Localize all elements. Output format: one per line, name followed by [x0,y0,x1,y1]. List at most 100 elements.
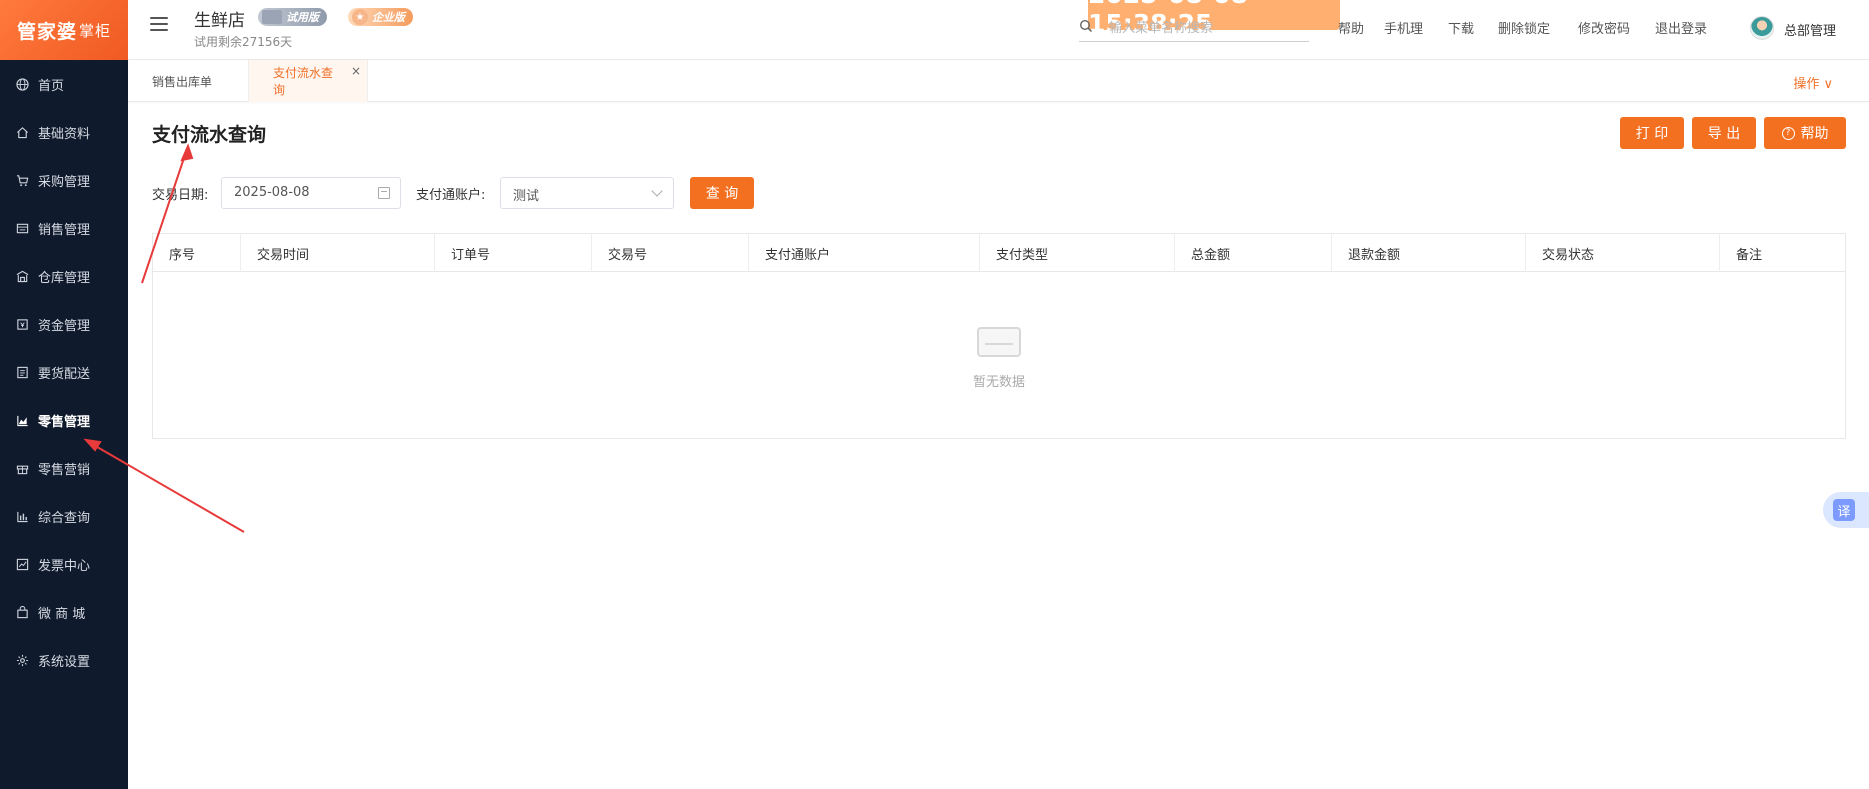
column-header[interactable]: 总金额 [1175,234,1332,272]
column-header[interactable]: 支付通账户 [749,234,980,272]
close-icon[interactable]: × [351,64,361,78]
change-password-link[interactable]: 修改密码 [1578,18,1630,37]
column-header[interactable]: 交易号 [592,234,749,272]
trial-remaining: 试用剩余27156天 [194,35,293,49]
sidebar-item-label: 基础资料 [38,126,91,142]
gear-icon [14,652,30,668]
date-label: 交易日期: [152,188,209,203]
sidebar-item-funds[interactable]: 资金管理 [0,300,128,348]
enterprise-badge: ★ 企业版 [348,8,413,26]
calendar-icon [378,187,390,199]
empty-text: 暂无数据 [972,374,1025,390]
sidebar-item-retail-marketing[interactable]: 零售营销 [0,444,128,492]
star-icon: ★ [352,9,368,25]
sidebar-item-warehouse[interactable]: 仓库管理 [0,252,128,300]
export-button[interactable]: 导 出 [1692,117,1756,149]
sidebar-item-label: 发票中心 [38,558,91,574]
app-logo[interactable]: 管家婆 掌柜 [0,0,128,60]
menu-search [1079,16,1309,42]
sidebar-item-label: 零售营销 [38,462,91,478]
sidebar-item-label: 综合查询 [38,510,91,526]
menu-toggle-icon[interactable] [150,17,168,33]
column-header[interactable]: 退款金额 [1332,234,1526,272]
sidebar-item-label: 销售管理 [38,222,91,238]
sidebar-item-label: 微 商 城 [38,606,86,622]
logout-link[interactable]: 退出登录 [1655,18,1707,37]
tab-payment-flow[interactable]: 支付流水查询 × [248,60,368,102]
globe-icon [14,76,30,92]
empty-state: 暂无数据 [153,272,1845,438]
column-header[interactable]: 交易状态 [1526,234,1720,272]
shop-name: 生鲜店 [194,11,245,31]
tab-sales-outbound[interactable]: 销售出库单 [128,60,248,102]
tab-label: 销售出库单 [152,74,213,89]
sidebar-item-mall[interactable]: 微 商 城 [0,588,128,636]
question-icon: ? [1781,126,1795,140]
bag-icon [14,604,30,620]
sidebar-menu: 首页 基础资料 采购管理 销售管理 仓库管理 资金管理 要货配送 零售管理 零售… [0,60,128,684]
search-input[interactable] [1109,18,1299,38]
column-header[interactable]: 序号 [153,234,241,272]
mobile-link[interactable]: 手机理 [1384,18,1423,37]
sidebar-item-settings[interactable]: 系统设置 [0,636,128,684]
user-name[interactable]: 总部管理 [1784,20,1836,39]
operations-dropdown[interactable]: 操作 ∨ [1793,73,1833,92]
column-header[interactable]: 备注 [1720,234,1845,272]
sidebar-item-label: 首页 [38,78,65,94]
sales-icon [14,220,30,236]
sidebar-item-label: 要货配送 [38,366,91,382]
sidebar-item-label: 仓库管理 [38,270,91,286]
logo-subtext: 掌柜 [79,21,112,40]
sidebar-item-basic-data[interactable]: 基础资料 [0,108,128,156]
sidebar: 管家婆掌柜 首页 基础资料 采购管理 销售管理 仓库管理 资金管理 要货配送 [0,0,128,789]
warehouse-icon [14,268,30,284]
sidebar-item-distribution[interactable]: 要货配送 [0,348,128,396]
avatar[interactable] [1750,16,1774,40]
date-picker[interactable]: 2025-08-08 [221,177,401,209]
table-header: 序号 交易时间 订单号 交易号 支付通账户 支付类型 总金额 退款金额 交易状态… [153,234,1845,272]
help-link[interactable]: 帮助 [1338,18,1364,37]
column-header[interactable]: 订单号 [435,234,592,272]
translate-icon: 译 [1833,499,1855,521]
empty-box-icon [971,321,1027,361]
column-header[interactable]: 支付类型 [980,234,1175,272]
fund-icon [14,316,30,332]
sidebar-item-query[interactable]: 综合查询 [0,492,128,540]
account-label: 支付通账户: [416,188,486,203]
help-button[interactable]: ? 帮助 [1764,117,1846,149]
sidebar-item-label: 采购管理 [38,174,91,190]
account-select[interactable]: 测试 [500,177,674,209]
logo-text: 管家婆 [16,20,77,43]
help-label: 帮助 [1800,126,1829,142]
column-header[interactable]: 交易时间 [241,234,435,272]
search-icon[interactable] [1079,19,1093,33]
page-title: 支付流水查询 [152,124,267,146]
gift-icon [14,460,30,476]
query-button[interactable]: 查 询 [690,177,754,209]
unlock-link[interactable]: 删除锁定 [1498,18,1550,37]
sidebar-item-retail[interactable]: 零售管理 [0,396,128,444]
tab-label: 支付流水查询 [273,66,334,97]
translate-button[interactable]: 译 [1823,492,1869,528]
sidebar-item-sales[interactable]: 销售管理 [0,204,128,252]
list-icon [14,364,30,380]
date-value: 2025-08-08 [234,185,310,200]
print-button[interactable]: 打 印 [1620,117,1684,149]
payment-flow-table: 序号 交易时间 订单号 交易号 支付通账户 支付类型 总金额 退款金额 交易状态… [152,233,1846,439]
sidebar-item-label: 系统设置 [38,654,91,670]
account-value: 测试 [513,189,540,204]
bar-chart-icon [14,508,30,524]
cart-icon [14,172,30,188]
trend-icon [14,556,30,572]
trial-badge: 试用版 [258,8,327,26]
home-icon [14,124,30,140]
sidebar-item-invoice[interactable]: 发票中心 [0,540,128,588]
page-tabs: 销售出库单 支付流水查询 × 操作 ∨ [128,60,1869,102]
sidebar-item-purchase[interactable]: 采购管理 [0,156,128,204]
sidebar-item-label: 资金管理 [38,318,91,334]
chart-icon [14,412,30,428]
download-link[interactable]: 下载 [1448,18,1474,37]
sidebar-item-home[interactable]: 首页 [0,60,128,108]
sidebar-item-label: 零售管理 [38,414,91,430]
chevron-down-icon [651,185,663,197]
